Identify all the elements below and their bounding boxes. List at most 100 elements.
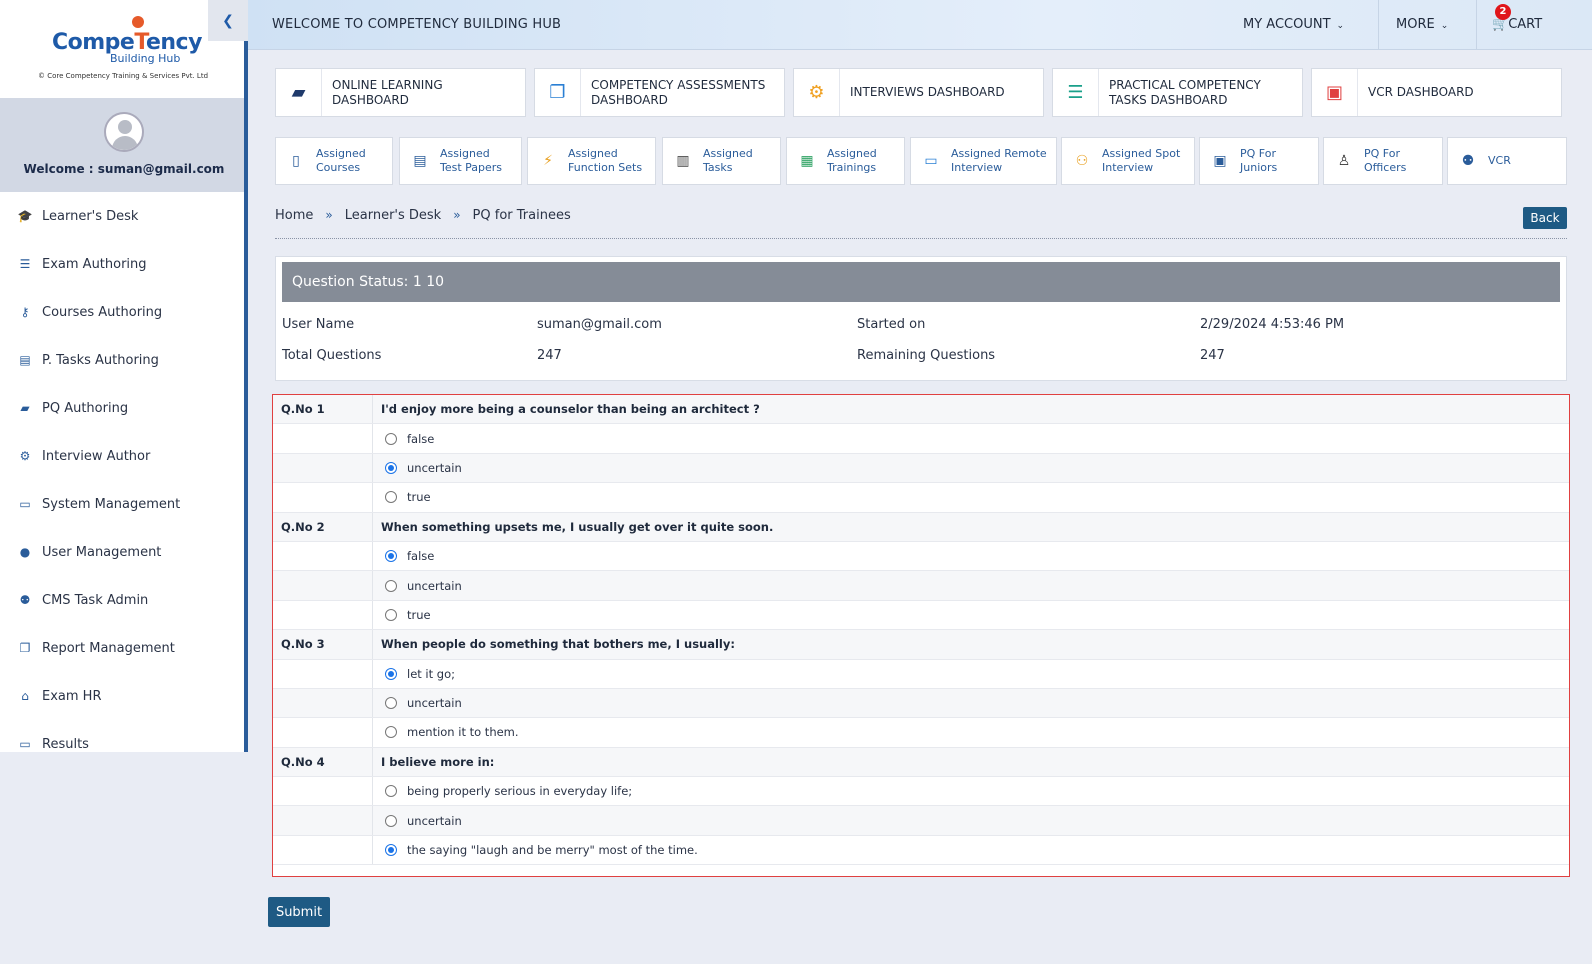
assigned-card-5[interactable]: ▦ Assigned Trainings	[786, 137, 905, 185]
option[interactable]: mention it to them.	[373, 718, 1569, 746]
server-list-icon: ☰	[1053, 69, 1099, 116]
dashboard-card-2[interactable]: ❐ COMPETENCY ASSESSMENTS DASHBOARD	[534, 68, 785, 117]
option-row[interactable]: uncertain	[273, 806, 1569, 836]
dashboard-card-3[interactable]: ⚙ INTERVIEWS DASHBOARD	[793, 68, 1044, 117]
option[interactable]: let it go;	[373, 660, 1569, 688]
sidebar-item-label: PQ Authoring	[42, 400, 129, 416]
sidebar-item-interview-author[interactable]: ⚙ Interview Author	[0, 432, 244, 480]
sitemap-icon: ⚷	[20, 305, 30, 319]
officer-icon: ♙	[1337, 153, 1351, 169]
sidebar-item-label: User Management	[42, 544, 162, 560]
breadcrumb-home[interactable]: Home	[275, 208, 313, 223]
option-row[interactable]: uncertain	[273, 571, 1569, 601]
topbar-divider	[1378, 0, 1379, 50]
option-row[interactable]: false	[273, 424, 1569, 454]
option-radio[interactable]	[385, 550, 397, 563]
question-text: I believe more in:	[381, 754, 495, 769]
assigned-card-7[interactable]: ⚇ Assigned Spot Interview	[1061, 137, 1195, 185]
cogs-icon: ⚙	[19, 449, 31, 463]
option-spacer	[273, 541, 373, 571]
sidebar-item-exam-hr[interactable]: ⌂ Exam HR	[0, 672, 244, 720]
option-spacer	[273, 688, 373, 718]
option-radio[interactable]	[385, 697, 397, 710]
assigned-card-label: Assigned Trainings	[827, 147, 877, 174]
option-radio[interactable]	[385, 461, 397, 474]
option[interactable]: being properly serious in everyday life;	[373, 777, 1569, 805]
option-row[interactable]: let it go;	[273, 659, 1569, 689]
breadcrumb-learners-desk[interactable]: Learner's Desk	[345, 208, 441, 223]
option-spacer	[273, 835, 373, 865]
submit-button[interactable]: Submit	[268, 897, 330, 927]
book-icon: ▰	[276, 69, 322, 116]
sidebar-item-results[interactable]: ▭ Results	[0, 720, 244, 768]
user-icon: ●	[19, 545, 31, 559]
sidebar-collapse-button[interactable]: ❮	[208, 0, 248, 41]
sidebar-item-learner-s-desk[interactable]: 🎓 Learner's Desk	[0, 192, 244, 240]
sidebar-item-p-tasks-authoring[interactable]: ▤ P. Tasks Authoring	[0, 336, 244, 384]
training-icon: ▦	[800, 153, 814, 169]
question-number: Q.No 1	[273, 395, 373, 424]
option-row[interactable]: true	[273, 600, 1569, 631]
dashboard-card-5[interactable]: ▣ VCR DASHBOARD	[1311, 68, 1562, 117]
assigned-card-9[interactable]: ♙ PQ For Officers	[1323, 137, 1443, 185]
option-spacer	[273, 806, 373, 835]
option-label: being properly serious in everyday life;	[407, 784, 633, 799]
option[interactable]: uncertain	[373, 454, 1569, 482]
assigned-card-3[interactable]: ⚡ Assigned Function Sets	[527, 137, 656, 185]
back-button[interactable]: Back	[1523, 207, 1567, 229]
sidebar-item-user-management[interactable]: ● User Management	[0, 528, 244, 576]
option-radio[interactable]	[385, 814, 397, 827]
sidebar: CompeTency Building Hub © Core Competenc…	[0, 0, 248, 752]
option[interactable]: true	[373, 483, 1569, 511]
option-row[interactable]: uncertain	[273, 688, 1569, 719]
option-label: let it go;	[407, 666, 456, 681]
sidebar-item-courses-authoring[interactable]: ⚷ Courses Authoring	[0, 288, 244, 336]
option-radio[interactable]	[385, 785, 397, 798]
option-radio[interactable]	[385, 491, 397, 504]
sidebar-item-system-management[interactable]: ▭ System Management	[0, 480, 244, 528]
dashboard-card-4[interactable]: ☰ PRACTICAL COMPETENCY TASKS DASHBOARD	[1052, 68, 1303, 117]
option-row[interactable]: being properly serious in everyday life;	[273, 777, 1569, 807]
dashboard-card-1[interactable]: ▰ ONLINE LEARNING DASHBOARD	[275, 68, 526, 117]
gears-icon: ⚙	[794, 69, 840, 116]
assigned-card-8[interactable]: ▣ PQ For Juniors	[1199, 137, 1319, 185]
list-icon: ☰	[19, 257, 31, 271]
total-questions-label: Total Questions	[282, 348, 382, 363]
my-account-menu[interactable]: MY ACCOUNT ⌄	[1243, 17, 1344, 32]
assigned-card-4[interactable]: ▥ Assigned Tasks	[662, 137, 781, 185]
option[interactable]: false	[373, 424, 1569, 452]
sidebar-item-pq-authoring[interactable]: ▰ PQ Authoring	[0, 384, 244, 432]
user-name-value: suman@gmail.com	[537, 317, 662, 332]
sidebar-item-report-management[interactable]: ❐ Report Management	[0, 624, 244, 672]
monitor-icon: ▭	[19, 497, 31, 511]
option-radio[interactable]	[385, 579, 397, 592]
sidebar-item-exam-authoring[interactable]: ☰ Exam Authoring	[0, 240, 244, 288]
option-radio[interactable]	[385, 844, 397, 857]
option[interactable]: uncertain	[373, 806, 1569, 834]
remaining-questions-label: Remaining Questions	[857, 348, 996, 363]
option-row[interactable]: the saying "laugh and be merry" most of …	[273, 835, 1569, 866]
assigned-card-6[interactable]: ▭ Assigned Remote Interview	[910, 137, 1057, 185]
option-spacer	[273, 483, 373, 512]
option-row[interactable]: false	[273, 541, 1569, 572]
option-row[interactable]: mention it to them.	[273, 718, 1569, 748]
assigned-card-10[interactable]: ⚉ VCR	[1447, 137, 1567, 185]
option-radio[interactable]	[385, 608, 397, 621]
option-label: uncertain	[407, 578, 462, 593]
more-menu[interactable]: MORE ⌄	[1396, 17, 1448, 32]
option-row[interactable]: uncertain	[273, 453, 1569, 484]
option-radio[interactable]	[385, 432, 397, 445]
option-radio[interactable]	[385, 726, 397, 739]
option[interactable]: the saying "laugh and be merry" most of …	[373, 836, 1569, 864]
assigned-card-1[interactable]: ▯ Assigned Courses	[275, 137, 393, 185]
option-row[interactable]: true	[273, 483, 1569, 513]
option[interactable]: true	[373, 601, 1569, 629]
bank-icon: ⌂	[21, 689, 29, 703]
sidebar-item-cms-task-admin[interactable]: ⚉ CMS Task Admin	[0, 576, 244, 624]
option[interactable]: false	[373, 542, 1569, 570]
logo-company: © Core Competency Training & Services Pv…	[38, 72, 209, 80]
assigned-card-2[interactable]: ▤ Assigned Test Papers	[399, 137, 522, 185]
option[interactable]: uncertain	[373, 689, 1569, 717]
option[interactable]: uncertain	[373, 571, 1569, 599]
option-radio[interactable]	[385, 667, 397, 680]
